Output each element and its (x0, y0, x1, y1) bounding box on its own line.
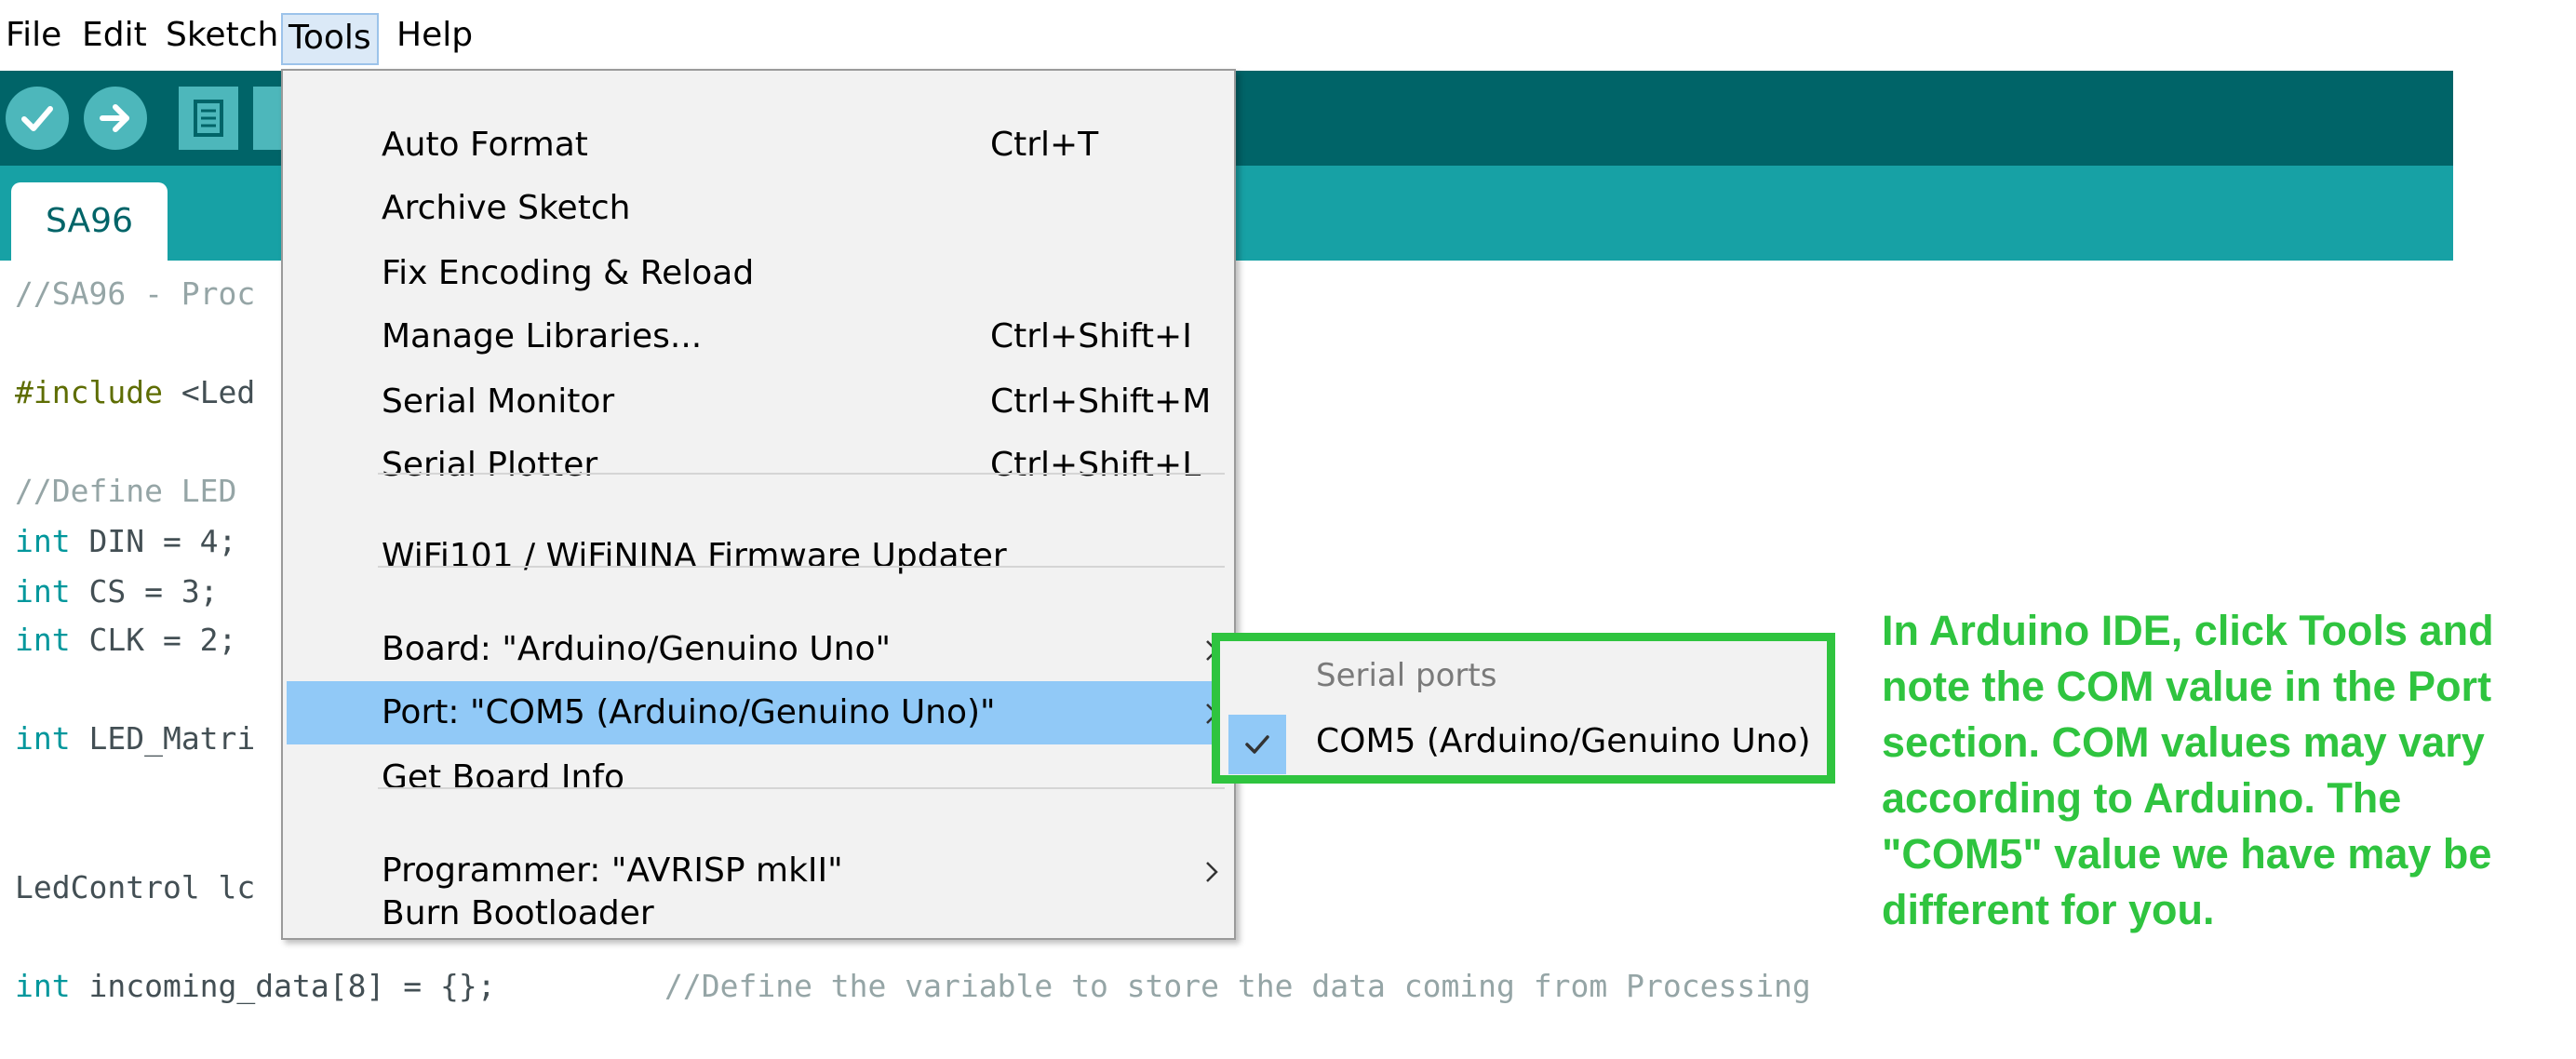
menu-item-label: Fix Encoding & Reload (382, 254, 755, 292)
annotation-highlight-box (1212, 633, 1835, 784)
code-line: int CLK = 2; (15, 622, 236, 658)
code-line: int incoming_data[8] = {}; (15, 968, 496, 1004)
menu-item-board[interactable]: Board: "Arduino/Genuino Uno" (287, 618, 1230, 681)
menu-separator (378, 566, 1225, 568)
menu-item-archive-sketch[interactable]: Archive Sketch (287, 177, 1230, 240)
menu-edit[interactable]: Edit (76, 7, 153, 63)
menu-item-get-board-info[interactable]: Get Board Info (287, 746, 1230, 810)
annotation-line: note the COM value in the Port (1882, 663, 2492, 710)
annotation-line: In Arduino IDE, click Tools and (1882, 607, 2494, 654)
menu-item-shortcut: Ctrl+Shift+L (990, 446, 1201, 484)
menu-separator (378, 787, 1225, 789)
code-text: CS = 3; (70, 573, 219, 610)
verify-icon (21, 106, 53, 131)
code-line: LedControl lc (15, 869, 256, 905)
new-sketch-icon (194, 100, 223, 137)
menu-item-serial-monitor[interactable]: Serial Monitor Ctrl+Shift+M (287, 370, 1230, 434)
menu-item-manage-libraries[interactable]: Manage Libraries... Ctrl+Shift+I (287, 305, 1230, 369)
menu-sketch[interactable]: Sketch (160, 7, 284, 63)
code-directive: #include (15, 374, 163, 410)
annotation-line: according to Arduino. The (1882, 774, 2402, 822)
menu-file[interactable]: File (0, 7, 67, 63)
upload-icon (100, 104, 129, 132)
open-sketch-button[interactable] (253, 87, 281, 150)
menu-item-label: Archive Sketch (382, 189, 631, 227)
code-keyword: int (15, 573, 71, 610)
code-line: //SA96 - Proc (15, 275, 256, 312)
menu-item-fix-encoding[interactable]: Fix Encoding & Reload (287, 242, 1230, 305)
menu-item-label: Board: "Arduino/Genuino Uno" (382, 630, 892, 668)
new-sketch-button[interactable] (179, 87, 238, 150)
menu-item-serial-plotter[interactable]: Serial Plotter Ctrl+Shift+L (287, 434, 1230, 497)
menu-item-shortcut: Ctrl+T (990, 126, 1099, 164)
code-text: incoming_data[8] = {}; (70, 968, 496, 1004)
code-comment: //Define the variable to store the data … (664, 968, 1811, 1004)
menu-item-programmer[interactable]: Programmer: "AVRISP mkII" (287, 839, 1230, 903)
menu-item-burn-bootloader[interactable]: Burn Bootloader (287, 897, 1230, 936)
code-text: <Led (162, 374, 256, 410)
code-line: //Define LED (15, 473, 237, 509)
menu-item-label: Manage Libraries... (382, 317, 703, 355)
menu-tools[interactable]: Tools (281, 13, 379, 65)
code-keyword: int (15, 622, 71, 658)
menu-item-auto-format[interactable]: Auto Format Ctrl+T (287, 114, 1230, 177)
tab-sa96[interactable]: SA96 (11, 182, 168, 261)
menu-item-label: Programmer: "AVRISP mkII" (382, 851, 843, 890)
code-keyword: int (15, 720, 71, 757)
code-keyword: int (15, 523, 71, 559)
menu-item-firmware-updater[interactable]: WiFi101 / WiFiNINA Firmware Updater (287, 525, 1230, 588)
menu-item-shortcut: Ctrl+Shift+M (990, 382, 1212, 421)
code-text: CLK = 2; (70, 622, 237, 658)
verify-button[interactable] (6, 87, 69, 150)
code-text: LED_Matri (70, 720, 256, 757)
code-line: int CS = 3; (15, 573, 219, 610)
upload-button[interactable] (84, 87, 147, 150)
annotation-line: different for you. (1882, 886, 2215, 933)
menu-item-label: Port: "COM5 (Arduino/Genuino Uno)" (382, 693, 996, 731)
menu-item-shortcut: Ctrl+Shift+I (990, 317, 1192, 355)
code-line: int DIN = 4; (15, 523, 236, 559)
code-line: int LED_Matri (15, 720, 255, 757)
code-text: DIN = 4; (70, 523, 237, 559)
annotation-line: "COM5" value we have may be (1882, 830, 2492, 878)
menu-item-label: Get Board Info (382, 758, 624, 797)
code-keyword: int (15, 968, 71, 1004)
menu-item-label: Auto Format (382, 126, 588, 164)
annotation-line: section. COM values may vary (1882, 718, 2485, 766)
menu-item-label: Serial Plotter (382, 446, 598, 484)
annotation-text: In Arduino IDE, click Tools and note the… (1882, 603, 2570, 938)
menubar: File Edit Sketch Tools Help (0, 0, 2576, 74)
menu-item-label: Burn Bootloader (382, 894, 654, 932)
code-line: #include <Led (15, 374, 255, 410)
menu-item-label: Serial Monitor (382, 382, 615, 421)
menu-item-port[interactable]: Port: "COM5 (Arduino/Genuino Uno)" (287, 681, 1230, 744)
submenu-arrow-icon (1206, 862, 1218, 882)
tools-dropdown-menu: Auto Format Ctrl+T Archive Sketch Fix En… (281, 69, 1236, 940)
menu-help[interactable]: Help (391, 7, 478, 63)
menu-separator (378, 473, 1225, 475)
menu-item-label: WiFi101 / WiFiNINA Firmware Updater (382, 537, 1007, 575)
